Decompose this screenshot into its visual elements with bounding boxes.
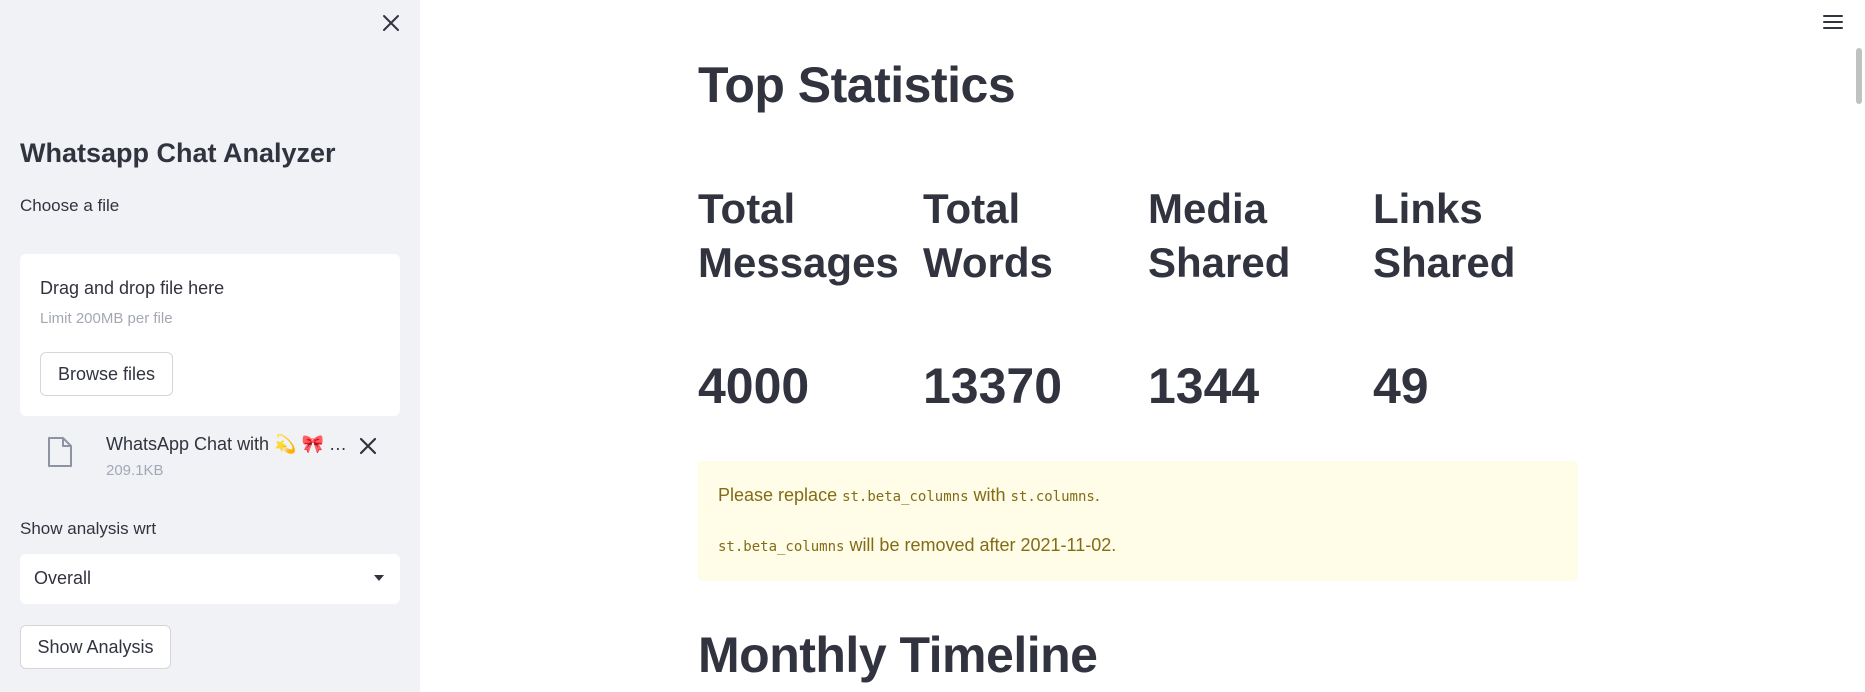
stat-value: 13370 [923, 358, 1063, 414]
dropzone-limit: Limit 200MB per file [40, 310, 173, 327]
warning-line-2: st.beta_columns will be removed after 20… [718, 535, 1117, 555]
main-menu-button[interactable] [1821, 10, 1845, 34]
stat-value: 1344 [1148, 358, 1260, 414]
analysis-select-label: Show analysis wrt [20, 519, 157, 538]
file-icon [47, 436, 73, 473]
analysis-select[interactable]: Overall [20, 554, 400, 604]
browse-files-button[interactable]: Browse files [40, 352, 173, 396]
remove-file-button[interactable] [356, 434, 380, 458]
file-uploader-label: Choose a file [20, 196, 120, 215]
stat-links-shared: Links Shared 49 [1373, 182, 1583, 414]
stat-label: Media Shared [1148, 185, 1291, 286]
sidebar-close-button[interactable] [378, 10, 404, 36]
sidebar: Whatsapp Chat Analyzer Choose a file Dra… [0, 0, 420, 692]
stat-value: 49 [1373, 358, 1429, 414]
analysis-select-value: Overall [34, 568, 92, 588]
stat-total-words: Total Words 13370 [923, 182, 1133, 414]
stat-value: 4000 [698, 358, 810, 414]
close-icon [359, 437, 377, 455]
file-dropzone[interactable]: Drag and drop file here Limit 200MB per … [20, 254, 400, 416]
warning-line-1: Please replace st.beta_columns with st.c… [718, 485, 1100, 505]
stat-label: Total Messages [698, 185, 899, 286]
uploaded-file-name: WhatsApp Chat with 💫 🎀 … [106, 434, 347, 454]
scrollbar-thumb[interactable] [1856, 48, 1862, 104]
stat-media-shared: Media Shared 1344 [1148, 182, 1358, 414]
monthly-timeline-heading: Monthly Timeline [698, 627, 1098, 683]
deprecation-warning: Please replace st.beta_columns with st.c… [698, 461, 1578, 581]
stat-label: Links Shared [1373, 185, 1516, 286]
hamburger-menu-icon [1823, 15, 1843, 29]
dropzone-instructions: Drag and drop file here [40, 278, 225, 298]
show-analysis-button[interactable]: Show Analysis [20, 625, 171, 669]
uploaded-file-size: 209.1KB [106, 462, 164, 479]
code-snippet: st.columns [1010, 489, 1095, 505]
stat-label: Total Words [923, 185, 1053, 286]
code-snippet: st.beta_columns [718, 539, 845, 555]
close-icon [383, 15, 399, 31]
stat-total-messages: Total Messages 4000 [698, 182, 908, 414]
top-statistics-heading: Top Statistics [698, 57, 1016, 113]
uploaded-file: WhatsApp Chat with 💫 🎀 … 209.1KB [20, 424, 400, 488]
chevron-down-icon [374, 575, 384, 581]
app-title: Whatsapp Chat Analyzer [20, 138, 336, 168]
code-snippet: st.beta_columns [842, 489, 969, 505]
